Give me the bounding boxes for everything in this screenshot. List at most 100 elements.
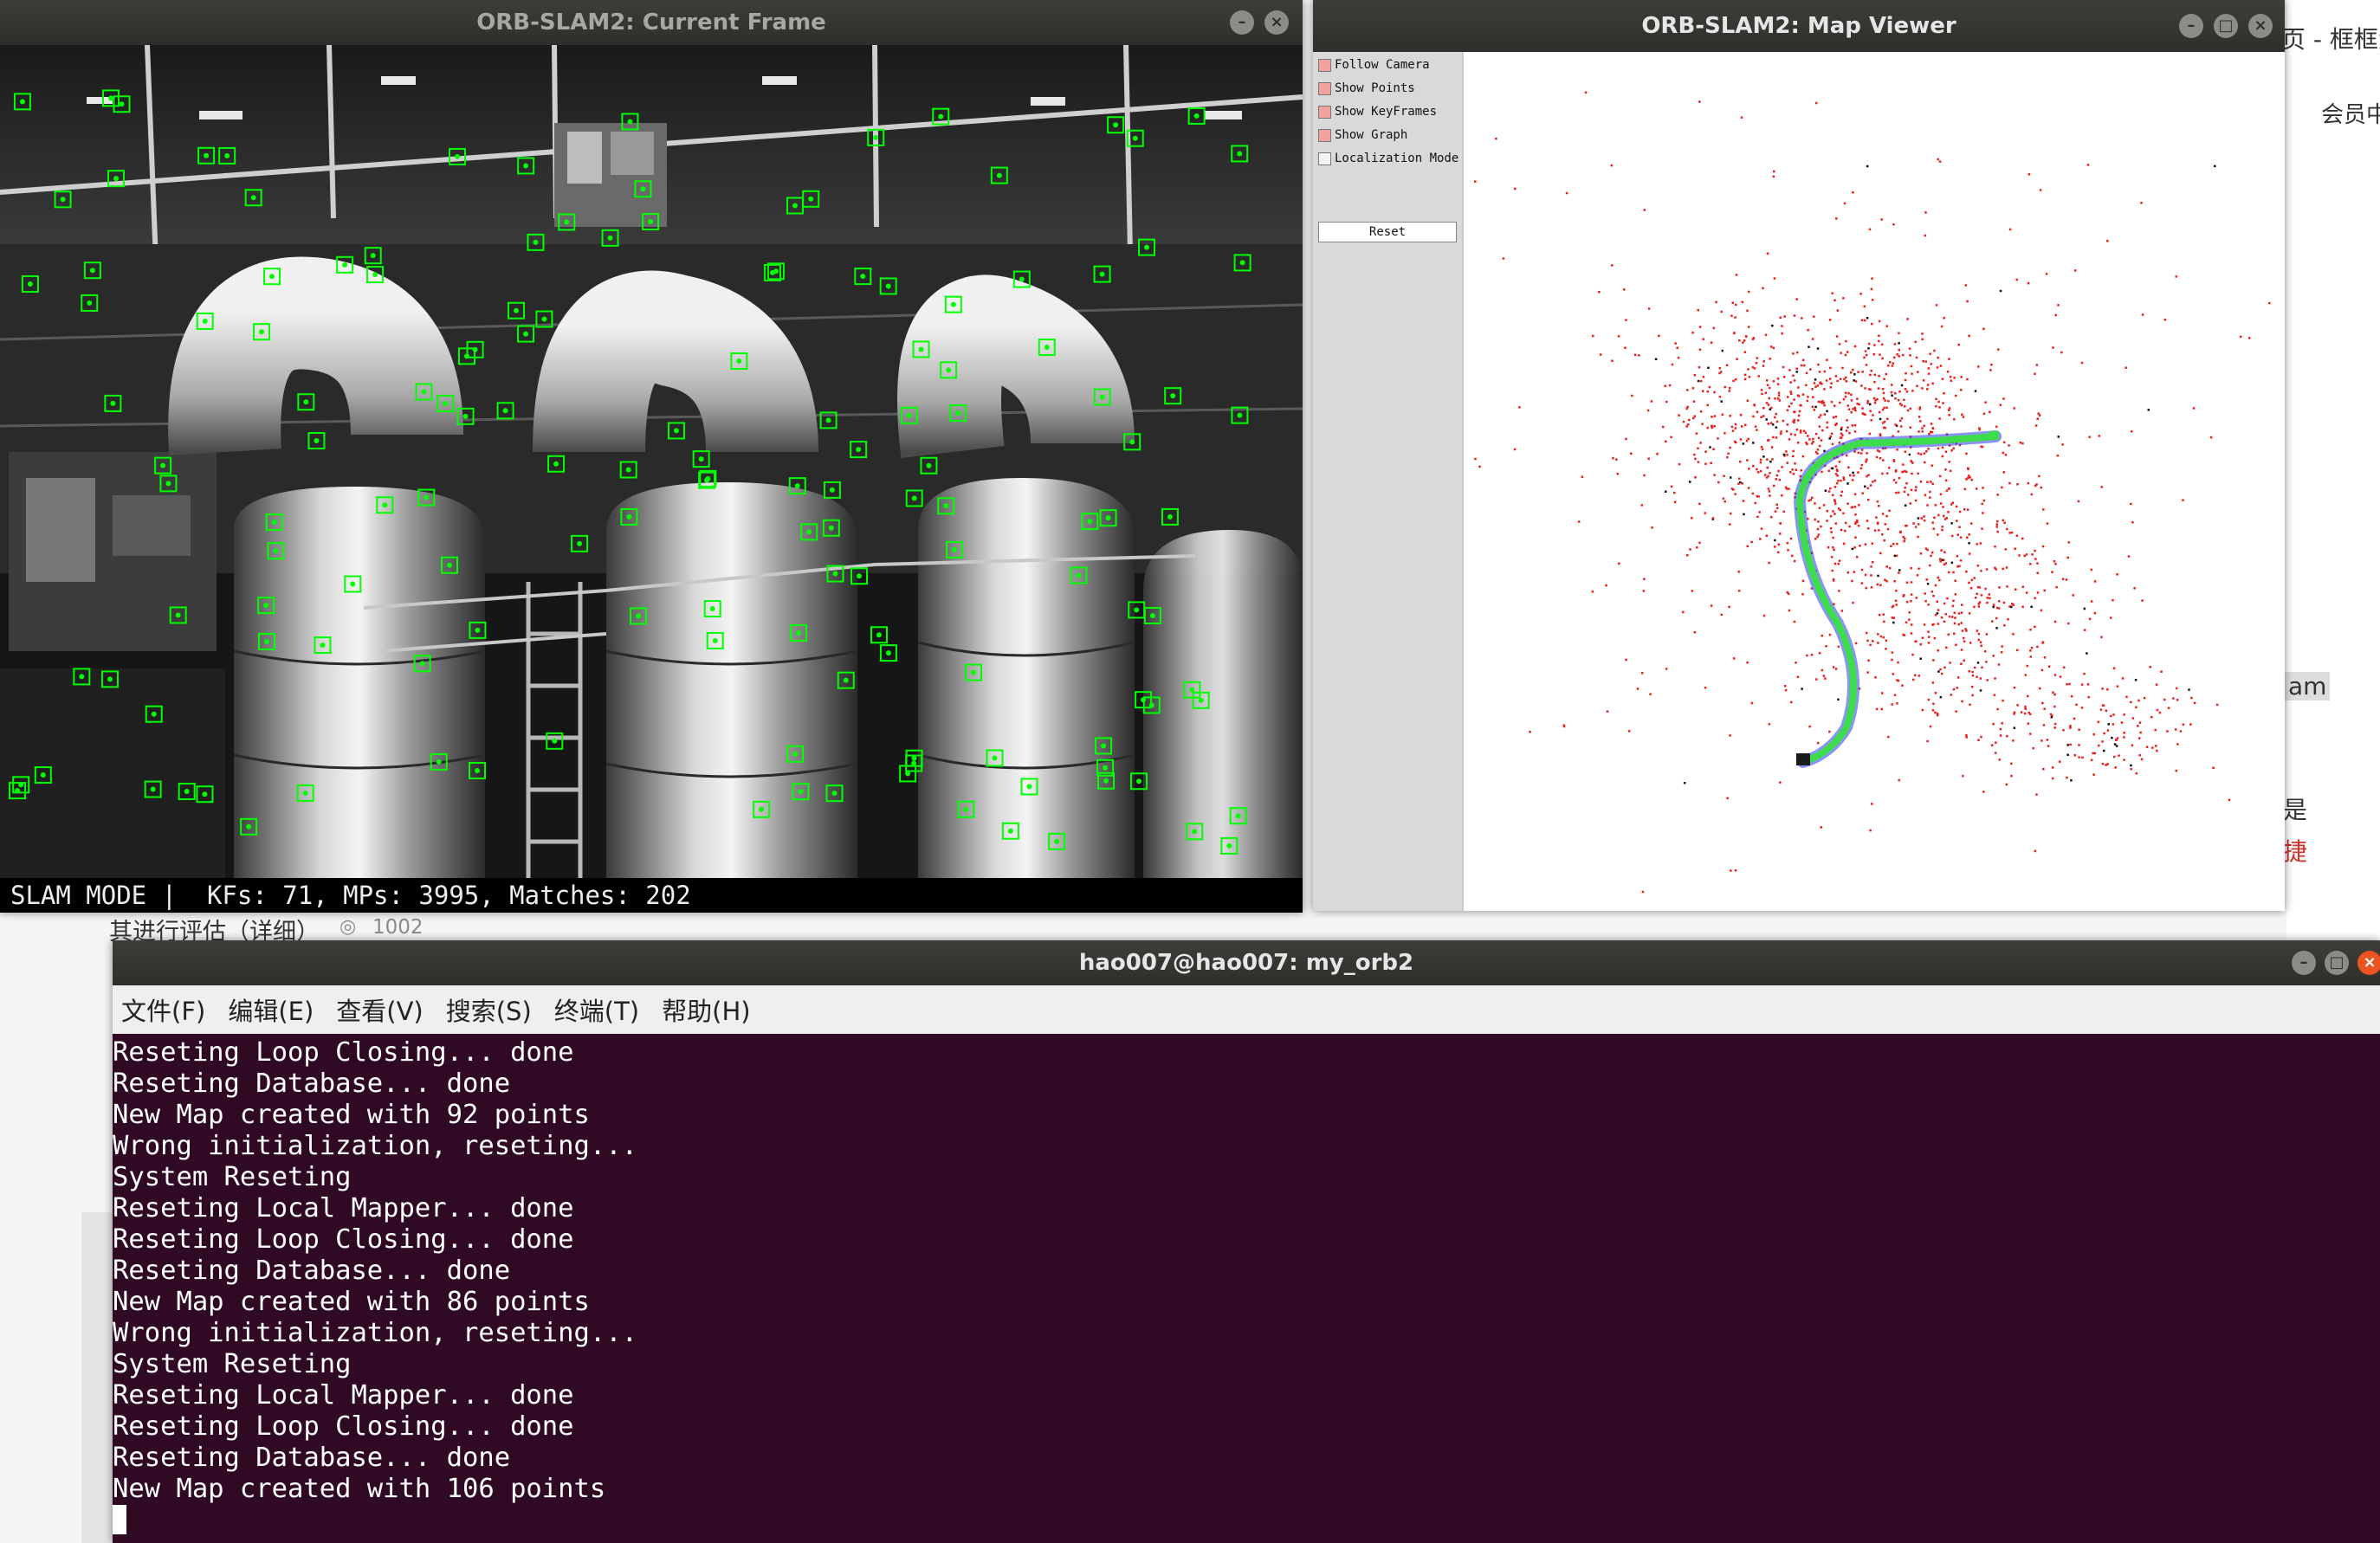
map-point [1788,369,1791,371]
map-point [2130,764,2132,767]
checkbox-icon[interactable] [1318,58,1331,72]
map-point [1905,371,1907,375]
map-point [1891,651,1894,654]
map-point [1815,678,1818,681]
menu-help[interactable]: 帮助(H) [662,991,750,1028]
option-show-keyframes[interactable]: Show KeyFrames [1318,102,1437,121]
map-point [1647,457,1650,460]
map-point [1924,360,1927,363]
map-point [1842,397,1846,401]
map-point [1745,439,1749,442]
option-show-points[interactable]: Show Points [1318,79,1415,98]
map-point [1943,602,1946,605]
map-point [1910,488,1913,492]
menu-file[interactable]: 文件(F) [121,991,205,1028]
map-point [1877,387,1880,390]
close-icon[interactable]: × [1264,10,1289,35]
map-point [2123,759,2125,761]
map-point [1860,582,1864,584]
background-text-member[interactable]: 会员中 [2321,97,2380,129]
map-point [1752,464,1755,468]
map-point [1981,527,1983,530]
minimize-icon[interactable]: – [2179,14,2203,38]
terminal-titlebar[interactable]: hao007@hao007: my_orb2 – □ × [113,940,2380,985]
checkbox-icon[interactable] [1318,152,1331,165]
map-point [1812,440,1814,443]
map-point [1842,542,1846,546]
checkbox-icon[interactable] [1318,105,1331,119]
map-point [1769,494,1771,497]
feature-point-center [1167,513,1173,520]
option-show-graph[interactable]: Show Graph [1318,126,1407,145]
menu-edit[interactable]: 编辑(E) [228,991,314,1028]
map-point [1867,474,1870,476]
map-point [1792,455,1795,458]
close-icon[interactable]: × [2248,14,2273,38]
map-point [1825,645,1827,648]
map-point [1915,640,1918,642]
map-point [1734,378,1737,381]
map-point [1903,405,1906,408]
map-point [2083,607,2086,610]
map-point [1868,388,1871,391]
map-point [1704,686,1707,689]
feature-point-center [712,637,718,643]
map-point [1702,338,1704,340]
menu-terminal[interactable]: 终端(T) [554,991,639,1028]
minimize-icon[interactable]: – [1230,10,1254,35]
maximize-icon[interactable]: □ [2214,14,2238,38]
feature-point-center [202,318,208,324]
option-localization-mode[interactable]: Localization Mode [1318,149,1458,168]
map-point [1871,542,1874,545]
reset-button[interactable]: Reset [1318,222,1457,242]
checkbox-icon[interactable] [1318,128,1331,142]
maximize-icon[interactable]: □ [2325,951,2349,975]
map-point [1960,604,1963,606]
terminal-output[interactable]: Reseting Loop Closing... done Reseting D… [113,1034,2380,1543]
map-point [1875,707,1879,711]
map-point [1945,489,1949,492]
map-point [1789,433,1793,436]
map-point [1781,332,1783,335]
map-point [1737,571,1740,573]
map-point [2014,588,2017,591]
map-point [1737,477,1741,481]
map-point [1892,542,1895,546]
map-point [1828,437,1831,440]
map-point [1710,341,1713,344]
map-point [2130,502,2132,506]
map-viewer-titlebar[interactable]: ORB-SLAM2: Map Viewer – □ × [1313,0,2285,52]
map-point [1906,409,1910,412]
map-point [2027,281,2030,285]
current-frame-titlebar[interactable]: ORB-SLAM2: Current Frame – × [0,0,1303,45]
map-point [1751,492,1755,495]
map-point [1914,499,1918,502]
map-point [1781,466,1783,468]
map-point [1977,605,1981,608]
feature-point-center [1103,778,1109,784]
close-icon[interactable]: × [2357,951,2380,975]
menu-search[interactable]: 搜索(S) [446,991,532,1028]
feature-point-center [350,581,356,587]
map-3d-canvas[interactable] [1465,52,2285,911]
map-point [1942,506,1944,508]
map-point [1616,472,1620,475]
map-point [2053,722,2057,726]
map-point [2036,417,2039,421]
menu-view[interactable]: 查看(V) [336,991,423,1028]
map-point [1895,604,1898,606]
map-point [2053,705,2056,708]
map-point [1819,381,1822,384]
feature-point-center [107,95,113,101]
map-point [2040,609,2043,612]
map-point [1873,479,1877,482]
map-point [1829,386,1833,389]
map-point [2006,527,2008,531]
minimize-icon[interactable]: – [2292,951,2316,975]
checkbox-icon[interactable] [1318,81,1331,95]
map-point [1861,407,1864,410]
map-point [1802,429,1806,433]
map-point [1742,500,1745,502]
map-point [1976,585,1980,589]
option-follow-camera[interactable]: Follow Camera [1318,55,1430,74]
